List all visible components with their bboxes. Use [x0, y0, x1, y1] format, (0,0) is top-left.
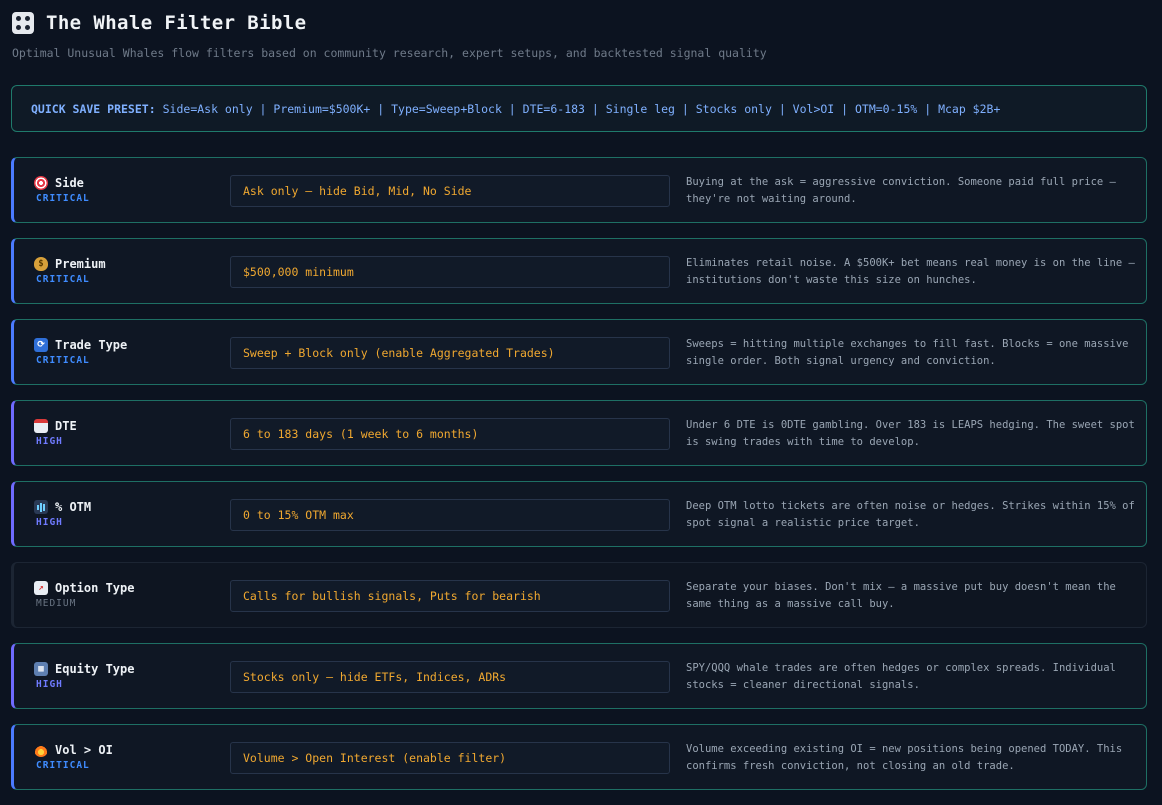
filter-description: Buying at the ask = aggressive convictio… — [686, 176, 1116, 205]
quick-save-preset[interactable]: QUICK SAVE PRESET: Side=Ask only | Premi… — [11, 85, 1147, 132]
trend-chart-icon: ↗ — [34, 581, 48, 595]
preset-label: QUICK SAVE PRESET: — [31, 101, 156, 116]
filter-head: % OTM HIGH — [34, 500, 91, 528]
filter-description: Volume exceeding existing OI = new posit… — [686, 743, 1123, 772]
filter-row-dte: DTE HIGH 6 to 183 days (1 week to 6 mont… — [11, 400, 1147, 466]
filter-name: DTE — [55, 419, 77, 433]
filter-list: Side CRITICAL Ask only — hide Bid, Mid, … — [11, 157, 1147, 805]
filter-description: SPY/QQQ whale trades are often hedges or… — [686, 662, 1116, 691]
priority-badge: HIGH — [36, 517, 63, 528]
priority-badge: CRITICAL — [36, 760, 90, 771]
dice-icon — [12, 12, 34, 34]
filter-value-field[interactable]: Volume > Open Interest (enable filter) — [230, 742, 670, 774]
filter-head: ⟳ Trade Type CRITICAL — [34, 338, 127, 366]
filter-name: Trade Type — [55, 338, 128, 352]
filter-row-equity-type: ▦ Equity Type HIGH Stocks only — hide ETF… — [11, 643, 1147, 709]
filter-row-otm: % OTM HIGH 0 to 15% OTM max Deep OTM lot… — [11, 481, 1147, 547]
priority-badge: MEDIUM — [36, 598, 77, 609]
filter-head: DTE HIGH — [34, 419, 77, 447]
bar-chart-icon — [34, 500, 48, 514]
money-bag-icon: $ — [34, 257, 48, 271]
cycle-arrows-icon: ⟳ — [34, 338, 48, 352]
page-title: The Whale Filter Bible — [46, 12, 307, 34]
filter-description: Separate your biases. Don't mix — a mass… — [686, 581, 1116, 610]
priority-badge: CRITICAL — [36, 274, 90, 285]
page-subtitle: Optimal Unusual Whales flow filters base… — [12, 46, 767, 60]
filter-value-field[interactable]: Sweep + Block only (enable Aggregated Tr… — [230, 337, 670, 369]
filter-name: Vol > OI — [55, 743, 113, 757]
preset-text: Side=Ask only | Premium=$500K+ | Type=Sw… — [162, 101, 1001, 116]
priority-badge: CRITICAL — [36, 355, 90, 366]
building-icon: ▦ — [34, 662, 48, 676]
filter-name: Option Type — [55, 581, 135, 595]
fire-icon — [34, 743, 48, 757]
filter-row-option-type: ↗ Option Type MEDIUM Calls for bullish si… — [11, 562, 1147, 628]
filter-row-side: Side CRITICAL Ask only — hide Bid, Mid, … — [11, 157, 1147, 223]
filter-value-field[interactable]: 6 to 183 days (1 week to 6 months) — [230, 418, 670, 450]
filter-head: Side CRITICAL — [34, 176, 90, 204]
filter-name: % OTM — [55, 500, 92, 514]
filter-description: Deep OTM lotto tickets are often noise o… — [686, 500, 1135, 529]
page-header: The Whale Filter Bible Optimal Unusual W… — [12, 10, 1150, 60]
priority-badge: CRITICAL — [36, 193, 90, 204]
target-icon — [34, 176, 48, 190]
filter-head: ↗ Option Type MEDIUM — [34, 581, 134, 609]
filter-row-trade-type: ⟳ Trade Type CRITICAL Sweep + Block only … — [11, 319, 1147, 385]
filter-description: Under 6 DTE is 0DTE gambling. Over 183 i… — [686, 419, 1135, 448]
filter-head: ▦ Equity Type HIGH — [34, 662, 134, 690]
filter-value-field[interactable]: Ask only — hide Bid, Mid, No Side — [230, 175, 670, 207]
filter-description: Eliminates retail noise. A $500K+ bet me… — [686, 257, 1135, 286]
calendar-icon — [34, 419, 48, 433]
priority-badge: HIGH — [36, 436, 63, 447]
filter-value-field[interactable]: 0 to 15% OTM max — [230, 499, 670, 531]
filter-description: Sweeps = hitting multiple exchanges to f… — [686, 338, 1129, 367]
filter-name: Side — [55, 176, 84, 190]
page-title-row: The Whale Filter Bible — [12, 10, 1150, 36]
filter-name: Premium — [55, 257, 106, 271]
priority-badge: HIGH — [36, 679, 63, 690]
filter-head: $ Premium CRITICAL — [34, 257, 106, 285]
filter-row-premium: $ Premium CRITICAL $500,000 minimum Elimi… — [11, 238, 1147, 304]
filter-value-field[interactable]: Calls for bullish signals, Puts for bear… — [230, 580, 670, 612]
filter-head: Vol > OI CRITICAL — [34, 743, 113, 771]
filter-name: Equity Type — [55, 662, 135, 676]
filter-row-vol-oi: Vol > OI CRITICAL Volume > Open Interest… — [11, 724, 1147, 790]
filter-value-field[interactable]: $500,000 minimum — [230, 256, 670, 288]
filter-value-field[interactable]: Stocks only — hide ETFs, Indices, ADRs — [230, 661, 670, 693]
